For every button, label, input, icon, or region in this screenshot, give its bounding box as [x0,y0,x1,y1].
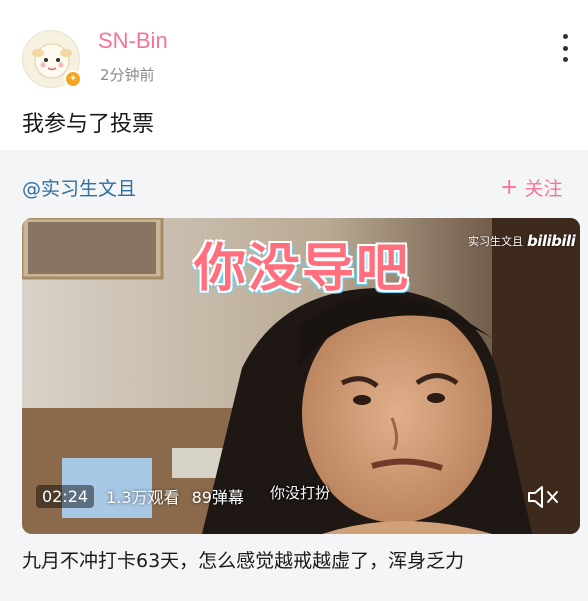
repost-card[interactable]: @实习生文且 + 关注 你没导吧 实习生文且 bilibili 你没打扮 02:… [0,150,588,601]
watermark-author: 实习生文且 [468,235,523,248]
mute-button[interactable] [525,482,561,512]
username[interactable]: SN-Bin [98,28,168,54]
post-text: 我参与了投票 [22,112,155,137]
plus-icon: + [500,174,519,200]
video-stats: 02:24 1.3万观看 89弹幕 [36,484,244,508]
speaker-mute-icon [528,486,558,508]
more-dot-icon [562,34,568,39]
post-header: ✦ SN-Bin 2分钟前 [22,26,542,96]
video-player[interactable]: 你没导吧 实习生文且 bilibili 你没打扮 02:24 1.3万观看 89… [22,218,580,534]
video-watermark: 实习生文且 bilibili [468,232,576,250]
danmaku-count: 89弹幕 [191,488,244,507]
view-count: 1.3万观看 [106,488,180,507]
bilibili-logo: bilibili [527,232,576,250]
follow-label: 关注 [524,178,563,200]
more-dot-icon [562,57,568,62]
video-title[interactable]: 九月不冲打卡63天，怎么感觉越戒越虚了，浑身乏力 [22,546,464,573]
video-overlay-caption: 你没导吧 [194,239,411,299]
vip-badge-icon: ✦ [64,70,82,88]
video-subtitle: 你没打扮 [270,484,331,502]
post-time: 2分钟前 [100,66,155,84]
follow-button[interactable]: + 关注 [500,174,562,201]
more-dot-icon [562,45,568,51]
more-options-button[interactable] [558,34,572,62]
video-duration: 02:24 [36,484,95,508]
repost-author-link[interactable]: @实习生文且 [22,174,136,201]
